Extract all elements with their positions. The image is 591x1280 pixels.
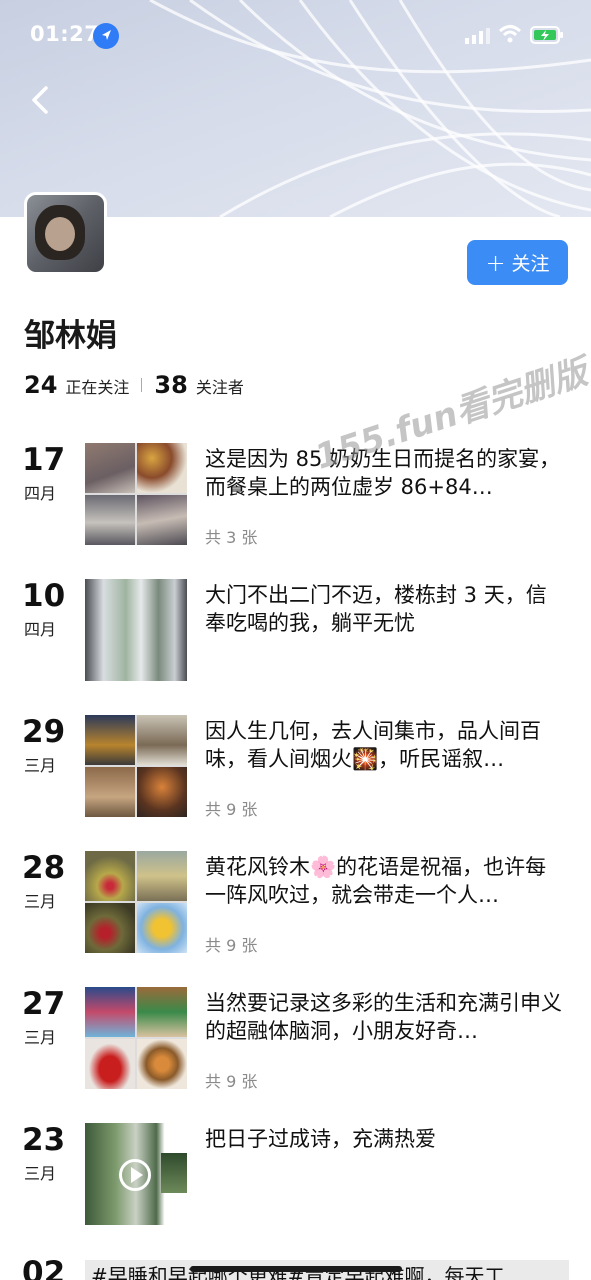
- follow-stats: 24 正在关注 38 关注者: [24, 371, 244, 399]
- post-photo-count: 共 9 张: [205, 800, 258, 819]
- followers-label[interactable]: 关注者: [196, 374, 244, 398]
- wifi-icon: [498, 25, 522, 43]
- post-photo-count: 共 9 张: [205, 936, 258, 955]
- battery-charging-icon: [530, 26, 563, 44]
- post-text: 大门不出二门不迈，楼栋封 3 天，信奉吃喝的我，躺平无忧: [205, 583, 547, 635]
- following-count[interactable]: 24: [24, 371, 57, 399]
- post-month: 四月: [24, 620, 57, 639]
- post-thumbnail[interactable]: [85, 579, 187, 681]
- back-chevron-icon[interactable]: [22, 80, 62, 120]
- post-day: 27: [22, 986, 66, 1022]
- location-arrow-icon: [93, 23, 119, 49]
- post-item[interactable]: 10 四月 大门不出二门不迈，楼栋封 3 天，信奉吃喝的我，躺平无忧: [0, 579, 591, 689]
- follow-button[interactable]: + 关注: [467, 240, 568, 285]
- post-text: 把日子过成诗，充满热爱: [205, 1127, 436, 1151]
- post-item[interactable]: 28 三月 黄花风铃木🌸的花语是祝福，也许每一阵风吹过，就会带走一个人… 共 9…: [0, 851, 591, 961]
- post-item[interactable]: 23 三月 把日子过成诗，充满热爱: [0, 1123, 591, 1233]
- status-time: 01:27: [30, 22, 100, 46]
- profile-name: 邹林娟: [24, 318, 117, 354]
- avatar[interactable]: [24, 192, 107, 275]
- followers-count[interactable]: 38: [154, 371, 187, 399]
- stats-divider: [141, 378, 143, 392]
- post-day: 29: [22, 714, 66, 750]
- post-day: 23: [22, 1122, 66, 1158]
- post-month: 三月: [24, 756, 57, 775]
- video-thumbnail[interactable]: [85, 1123, 187, 1225]
- post-day: 10: [22, 578, 66, 614]
- post-item[interactable]: 27 三月 当然要记录这多彩的生活和充满引申义的超融体脑洞，小朋友好奇… 共 9…: [0, 987, 591, 1097]
- post-month: 三月: [24, 1028, 57, 1047]
- cellular-signal-icon: [465, 28, 490, 44]
- post-item[interactable]: 29 三月 因人生几何，去人间集市，品人间百味，看人间烟火🎇，听民谣叙… 共 9…: [0, 715, 591, 825]
- home-indicator[interactable]: [190, 1266, 402, 1272]
- post-day: 28: [22, 850, 66, 886]
- post-thumbnail[interactable]: [85, 443, 187, 545]
- post-thumbnail[interactable]: [85, 987, 187, 1089]
- post-photo-count: 共 3 张: [205, 528, 258, 547]
- post-text: 因人生几何，去人间集市，品人间百味，看人间烟火🎇，听民谣叙…: [205, 719, 541, 771]
- post-thumbnail[interactable]: [85, 715, 187, 817]
- post-photo-count: 共 9 张: [205, 1072, 258, 1091]
- plus-icon: +: [485, 248, 506, 277]
- post-month: 四月: [24, 484, 57, 503]
- post-item[interactable]: 17 四月 这是因为 85 奶奶生日而提名的家宴，而餐桌上的两位虚岁 86+84…: [0, 443, 591, 553]
- follow-button-label: 关注: [511, 253, 550, 275]
- post-month: 三月: [24, 1164, 57, 1183]
- post-day: 17: [22, 442, 66, 478]
- status-bar: 01:27: [0, 0, 591, 70]
- post-text: 当然要记录这多彩的生活和充满引申义的超融体脑洞，小朋友好奇…: [205, 991, 562, 1043]
- following-label[interactable]: 正在关注: [65, 374, 129, 398]
- post-month: 三月: [24, 892, 57, 911]
- post-day: 02: [22, 1256, 66, 1280]
- post-text: 黄花风铃木🌸的花语是祝福，也许每一阵风吹过，就会带走一个人…: [205, 855, 547, 907]
- post-thumbnail[interactable]: [85, 851, 187, 953]
- play-icon[interactable]: [119, 1159, 151, 1191]
